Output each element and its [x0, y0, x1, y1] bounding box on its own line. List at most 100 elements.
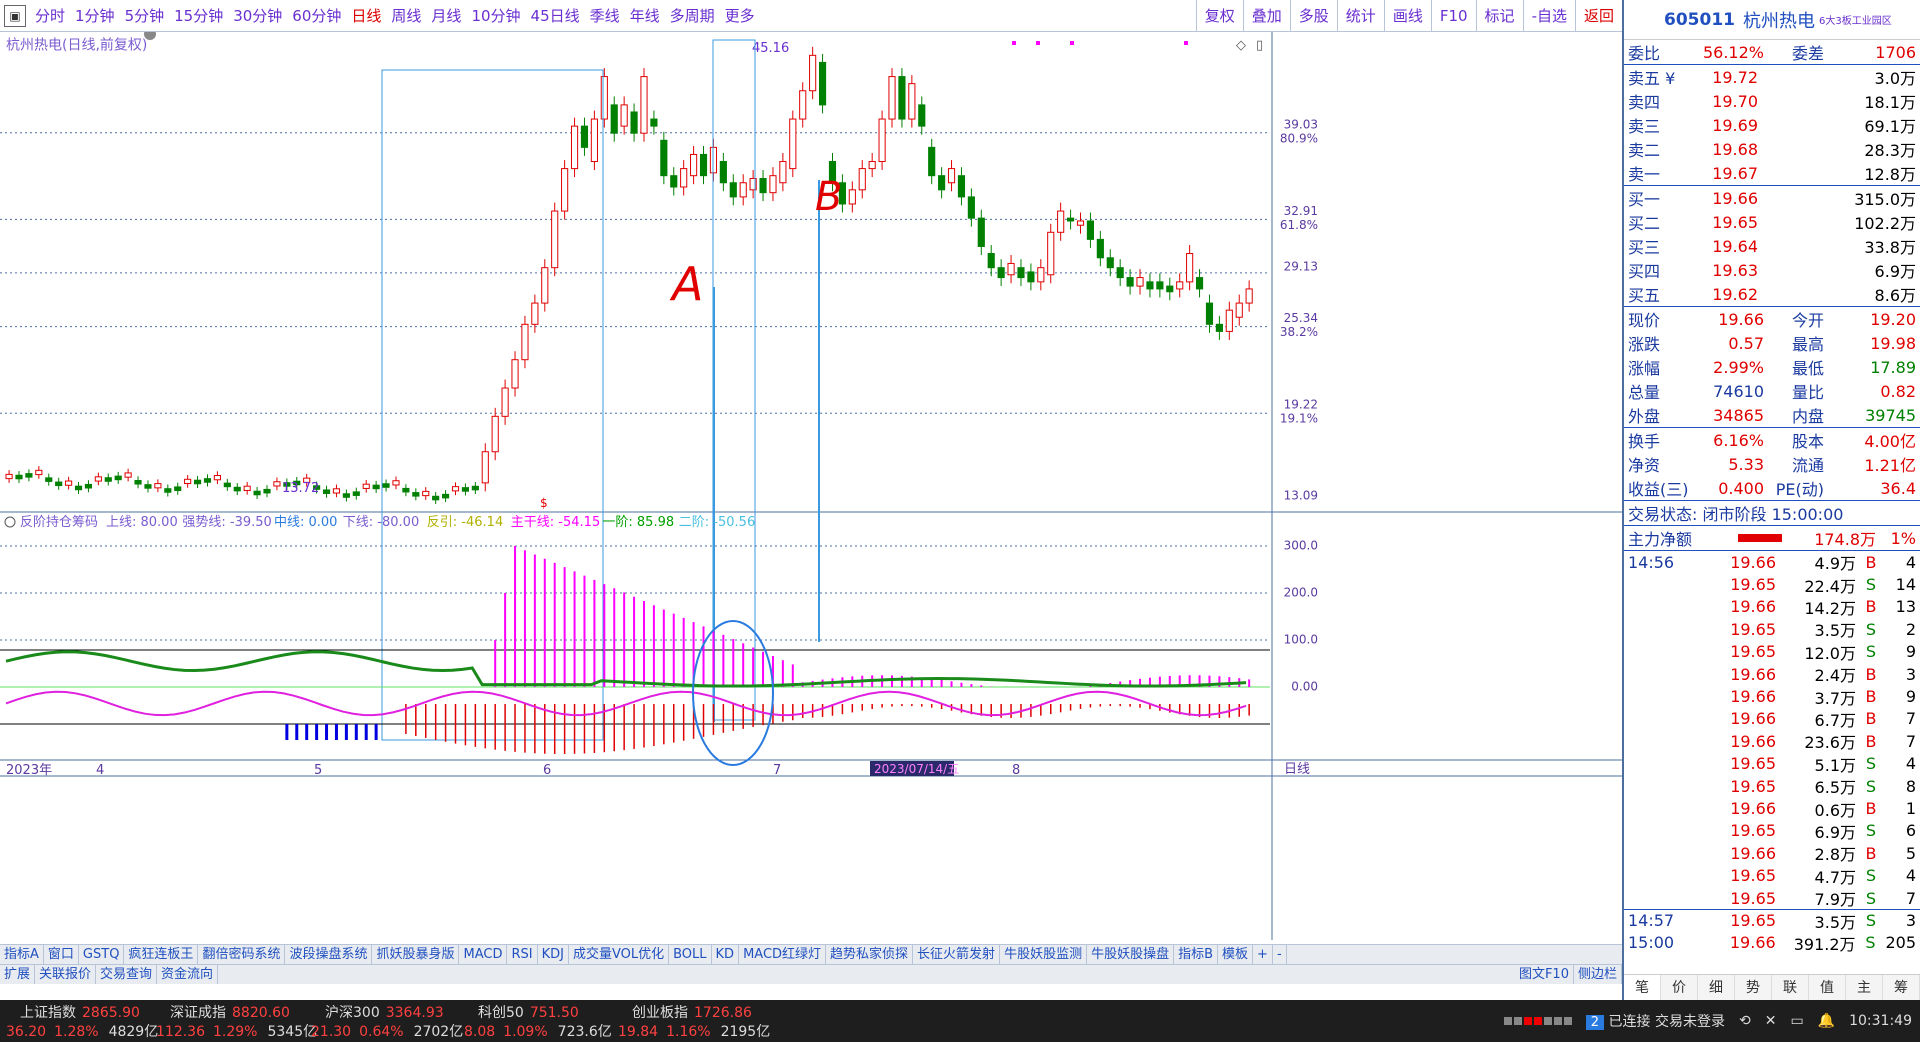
- tool-button-7[interactable]: -自选: [1522, 0, 1575, 32]
- tick-side: S: [1865, 575, 1877, 595]
- period-tab-10[interactable]: 45日线: [526, 5, 585, 26]
- tool-button-6[interactable]: 标记: [1475, 0, 1523, 32]
- indicator-tab-11[interactable]: BOLL: [669, 945, 712, 964]
- period-tab-14[interactable]: 更多: [720, 5, 760, 26]
- bell-icon[interactable]: 🔔: [1818, 1013, 1835, 1029]
- period-tab-11[interactable]: 季线: [585, 5, 625, 26]
- period-tab-0[interactable]: 分时: [30, 5, 70, 26]
- bottom-tab-2[interactable]: 交易查询: [96, 965, 158, 984]
- indicator-tab-16[interactable]: 牛股妖股监测: [1000, 945, 1088, 964]
- period-tab-8[interactable]: 月线: [426, 5, 466, 26]
- indicator-tab-5[interactable]: 波段操盘系统: [285, 945, 373, 964]
- side-tab-5[interactable]: 值: [1809, 975, 1846, 1000]
- tools-icon[interactable]: ✕: [1765, 1013, 1777, 1029]
- side-tab-4[interactable]: 联: [1772, 975, 1809, 1000]
- bottom-tab-1[interactable]: 关联报价: [35, 965, 97, 984]
- tool-button-4[interactable]: 画线: [1383, 0, 1431, 32]
- indicator-tab-8[interactable]: RSI: [507, 945, 538, 964]
- menu-icon[interactable]: ▣: [4, 4, 26, 27]
- tick-volume: 6.5万: [1814, 778, 1856, 798]
- quote-row: 总量 74610 量比 0.82: [1624, 379, 1920, 403]
- period-tab-2[interactable]: 5分钟: [120, 5, 170, 26]
- tick-volume: 6.7万: [1814, 710, 1856, 730]
- index-item[interactable]: 沪深300 3364.93: [325, 1002, 444, 1022]
- side-tab-6[interactable]: 主: [1846, 975, 1883, 1000]
- refresh-icon[interactable]: ⟲: [1739, 1013, 1751, 1029]
- period-tab-5[interactable]: 60分钟: [287, 5, 346, 26]
- sell-row[interactable]: 卖一 19.67 12.8万: [1624, 161, 1920, 185]
- buy-row[interactable]: 买二 19.65 102.2万: [1624, 210, 1920, 234]
- buy-row[interactable]: 买五 19.62 8.6万: [1624, 282, 1920, 306]
- bottom-tab-0[interactable]: 扩展: [0, 965, 36, 984]
- stat-label-2: 今开: [1791, 311, 1824, 330]
- indicator-tab-1[interactable]: 窗口: [44, 945, 79, 964]
- buy-row[interactable]: 买四 19.63 6.9万: [1624, 258, 1920, 282]
- tool-button-8[interactable]: 返回: [1574, 0, 1622, 32]
- side-tab-1[interactable]: 价: [1661, 975, 1698, 1000]
- indicator-tab-12[interactable]: KD: [712, 945, 740, 964]
- sidebar-link[interactable]: 侧边栏: [1574, 965, 1622, 984]
- index-amount: 5345亿: [267, 1024, 318, 1040]
- indicator-tab-10[interactable]: 成交量VOL优化: [569, 945, 670, 964]
- tool-button-2[interactable]: 多股: [1289, 0, 1337, 32]
- tick-price: 19.66: [1730, 709, 1776, 729]
- indicator-tab-9[interactable]: KDJ: [538, 945, 569, 964]
- sell-row[interactable]: 卖二 19.68 28.3万: [1624, 137, 1920, 161]
- indicator-item-6: 一阶: 85.98: [602, 515, 674, 530]
- period-tab-7[interactable]: 周线: [386, 5, 426, 26]
- tool-button-0[interactable]: 复权: [1195, 0, 1243, 32]
- chart-area[interactable]: 杭州热电(日线,前复权) 39.03 80.9% 32.91 61.8% 29.13 25.…: [0, 32, 1622, 940]
- indicator-tab-17[interactable]: 牛股妖股操盘: [1087, 945, 1175, 964]
- indicator-tab-4[interactable]: 翻倍密码系统: [198, 945, 286, 964]
- kline-chart[interactable]: 杭州热电(日线,前复权) 39.0380.9% 32.9161.8% 29.13 25.…: [0, 32, 1622, 940]
- index-item[interactable]: 上证指数 2865.90: [20, 1002, 140, 1022]
- message-icon[interactable]: ▭: [1790, 1013, 1803, 1029]
- stat-row: 换手 6.16% 股本 4.00亿: [1624, 428, 1920, 452]
- candle-body: [818, 61, 827, 106]
- period-tab-12[interactable]: 年线: [625, 5, 665, 26]
- indicator-tab-18[interactable]: 指标B: [1174, 945, 1219, 964]
- indicator-tab-14[interactable]: 趋势私家侦探: [826, 945, 914, 964]
- order-price: 19.62: [1712, 284, 1758, 304]
- sell-row[interactable]: 卖五 ¥ 19.72 3.0万: [1624, 65, 1920, 89]
- indicator-tab-15[interactable]: 长征火箭发射: [913, 945, 1001, 964]
- indicator-tab-3[interactable]: 疯狂连板王: [124, 945, 199, 964]
- candle-body: [570, 125, 579, 170]
- side-tab-3[interactable]: 势: [1735, 975, 1772, 1000]
- indicator-tab-0[interactable]: 指标A: [0, 945, 44, 964]
- indicator-tab-13[interactable]: MACD红绿灯: [739, 945, 827, 964]
- indicator-tab-19[interactable]: 模板: [1218, 945, 1254, 964]
- period-tab-4[interactable]: 30分钟: [228, 5, 287, 26]
- sell-row[interactable]: 卖三 19.69 69.1万: [1624, 113, 1920, 137]
- indicator-tab-20[interactable]: +: [1253, 945, 1273, 964]
- indicator-tab-7[interactable]: MACD: [459, 945, 508, 964]
- tool-button-5[interactable]: F10: [1430, 0, 1476, 32]
- index-item[interactable]: 科创50 751.50: [478, 1002, 579, 1022]
- tool-button-1[interactable]: 叠加: [1242, 0, 1290, 32]
- bottom-tab-3[interactable]: 资金流向: [157, 965, 219, 984]
- connection-status[interactable]: 已连接 交易未登录: [1609, 1014, 1725, 1030]
- indicator-tab-21[interactable]: -: [1273, 945, 1287, 964]
- sell-row[interactable]: 卖四 19.70 18.1万: [1624, 89, 1920, 113]
- side-tab-0[interactable]: 笔: [1624, 975, 1661, 1000]
- period-tab-9[interactable]: 10分钟: [466, 5, 525, 26]
- tick-price: 19.66: [1730, 798, 1776, 818]
- price-label-6: 38.2%: [1280, 325, 1318, 339]
- period-tab-13[interactable]: 多周期: [665, 5, 720, 26]
- side-tab-2[interactable]: 细: [1698, 975, 1735, 1000]
- side-tab-7[interactable]: 筹: [1883, 975, 1920, 1000]
- period-tab-1[interactable]: 1分钟: [70, 5, 120, 26]
- tool-button-3[interactable]: 统计: [1336, 0, 1384, 32]
- index-item[interactable]: 深证成指 8820.60: [170, 1002, 290, 1022]
- candle-body: [858, 168, 866, 191]
- period-tab-6[interactable]: 日线: [346, 5, 386, 26]
- period-tab-3[interactable]: 15分钟: [169, 5, 228, 26]
- candle-body: [590, 118, 598, 163]
- tick-count: 9: [1905, 687, 1916, 707]
- buy-row[interactable]: 买一 19.66 315.0万: [1624, 186, 1920, 210]
- index-item[interactable]: 创业板指 1726.86: [632, 1002, 752, 1022]
- buy-row[interactable]: 买三 19.64 33.8万: [1624, 234, 1920, 258]
- f10-link[interactable]: 图文F10: [1515, 965, 1574, 984]
- indicator-tab-6[interactable]: 抓妖股暴身版: [372, 945, 460, 964]
- indicator-tab-2[interactable]: GSTQ: [79, 945, 125, 964]
